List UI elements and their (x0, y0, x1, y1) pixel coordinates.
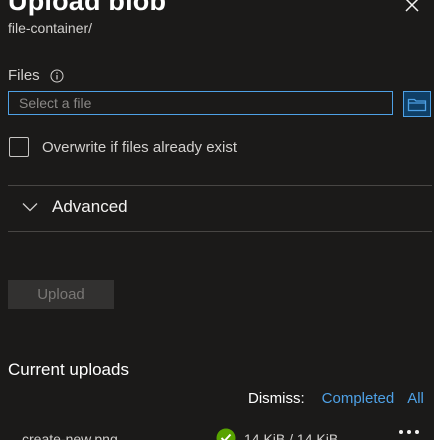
file-select-input[interactable] (8, 91, 393, 115)
files-label: Files (8, 67, 40, 84)
advanced-label: Advanced (52, 197, 128, 216)
upload-button[interactable]: Upload (8, 280, 114, 309)
current-uploads-heading: Current uploads (8, 360, 129, 379)
overwrite-row[interactable]: Overwrite if files already exist (9, 137, 237, 157)
upload-file-size: 14 KiB / 14 KiB (244, 431, 339, 440)
panel-title: Upload blob (8, 0, 167, 16)
overwrite-label: Overwrite if files already exist (42, 138, 238, 156)
upload-blob-panel: Upload blob file-container/ Files Overwr… (0, 0, 434, 440)
divider (8, 231, 432, 232)
info-icon[interactable] (50, 69, 64, 83)
browse-files-button[interactable] (403, 91, 431, 117)
files-label-row: Files (8, 67, 64, 84)
dismiss-label: Dismiss: (248, 390, 305, 407)
dismiss-all-link[interactable]: All (407, 390, 424, 407)
divider (8, 185, 432, 186)
upload-file-name: create-new.png (22, 431, 118, 440)
more-options-icon[interactable] (398, 429, 420, 435)
advanced-toggle[interactable]: Advanced (22, 197, 128, 217)
chevron-down-icon (22, 203, 38, 212)
dismiss-completed-link[interactable]: Completed (322, 390, 395, 407)
check-circle-icon (216, 428, 236, 440)
dismiss-row: Dismiss: Completed All (248, 390, 424, 407)
upload-list-item[interactable]: create-new.png 14 KiB / 14 KiB (0, 427, 434, 440)
overwrite-checkbox[interactable] (9, 137, 29, 157)
container-path: file-container/ (8, 20, 93, 36)
folder-icon (407, 98, 427, 112)
close-icon[interactable] (404, 0, 420, 13)
